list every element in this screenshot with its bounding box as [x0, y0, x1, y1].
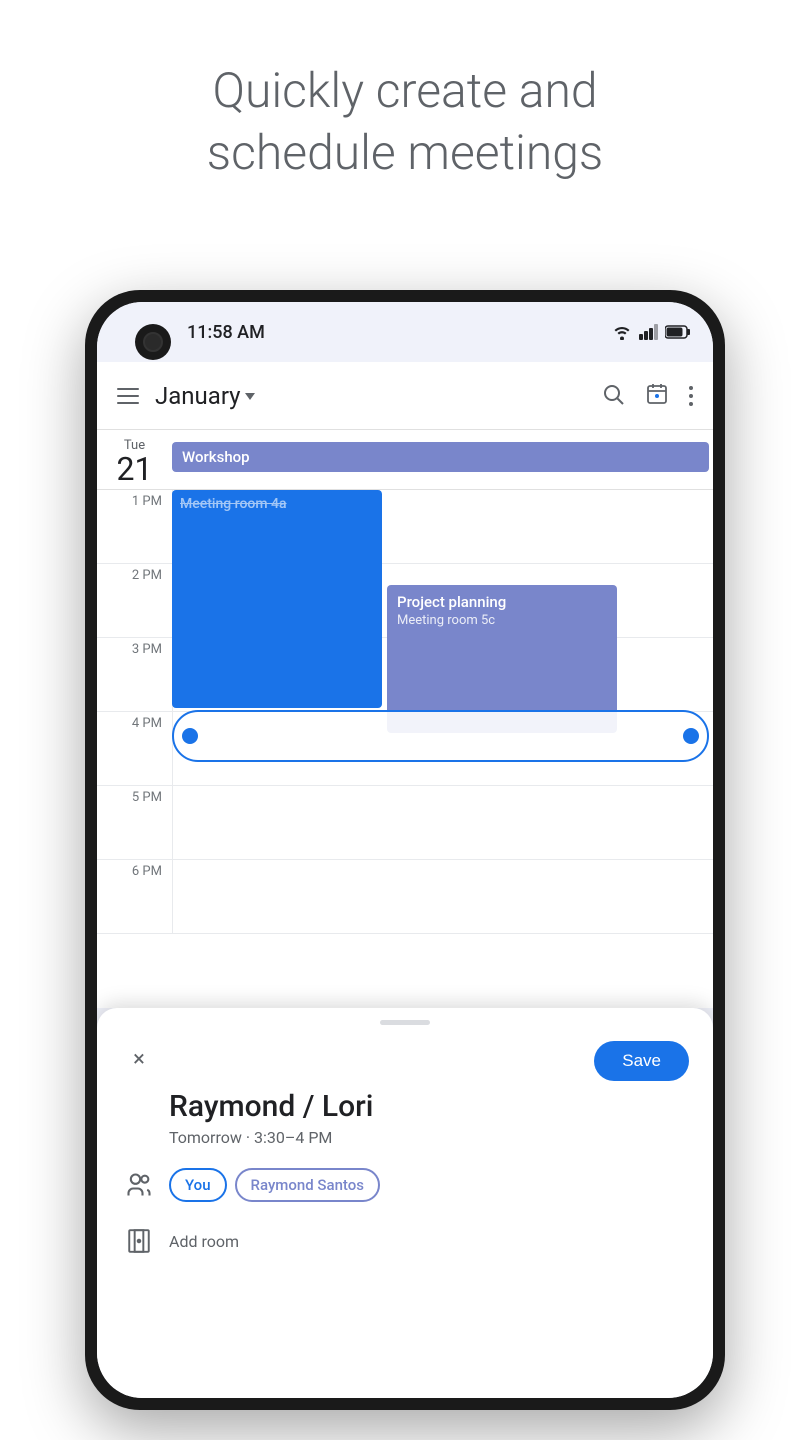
phone-screen: 11:58 AM [97, 302, 713, 1398]
camera-lens [143, 332, 163, 352]
time-label-1pm: 1 PM [97, 490, 172, 563]
calendar-view-button[interactable] [645, 382, 669, 410]
events-overlay: Meeting room 4a Project planning Meeting… [172, 490, 713, 988]
sheet-header: × Save [97, 1025, 713, 1081]
time-grid: 1 PM 2 PM 3 PM 4 PM 5 PM [97, 490, 713, 988]
signal-icon [639, 324, 659, 340]
time-label-5pm: 5 PM [97, 786, 172, 859]
project-title: Project planning [397, 593, 607, 611]
meeting-room-title: Meeting room 4a [180, 496, 374, 512]
wifi-icon [611, 324, 633, 340]
battery-icon [665, 324, 693, 340]
meeting-title: Raymond / Lori [169, 1089, 689, 1124]
people-icon [121, 1167, 157, 1203]
meeting-room-event[interactable]: Meeting room 4a [172, 490, 382, 708]
bottom-sheet: × Save Raymond / Lori Tomorrow · 3:30–4 … [97, 1008, 713, 1398]
page-header: Quickly create and schedule meetings [0, 0, 810, 225]
day-number: 21 [117, 453, 153, 485]
hamburger-button[interactable] [117, 388, 139, 404]
time-label-4pm: 4 PM [97, 712, 172, 785]
toolbar-actions [601, 382, 693, 410]
range-handle-end[interactable] [683, 728, 699, 744]
status-icons [611, 324, 693, 340]
app-toolbar: January [97, 362, 713, 430]
room-icon [121, 1223, 157, 1259]
save-button[interactable]: Save [594, 1041, 689, 1081]
time-label-3pm: 3 PM [97, 638, 172, 711]
chip-you[interactable]: You [169, 1168, 227, 1202]
time-range-selector[interactable] [172, 710, 709, 762]
more-dots-icon [689, 386, 693, 406]
status-bar: 11:58 AM [97, 302, 713, 362]
range-handle-start[interactable] [182, 728, 198, 744]
dropdown-arrow-icon [245, 393, 255, 400]
all-day-area: Workshop [172, 438, 713, 485]
month-label[interactable]: January [155, 382, 585, 410]
day-label-col: Tue 21 [97, 438, 172, 485]
search-icon [601, 382, 625, 406]
more-options-button[interactable] [689, 386, 693, 406]
day-header: Tue 21 Workshop [97, 430, 713, 490]
calendar-area: Tue 21 Workshop 1 PM 2 PM [97, 430, 713, 1008]
close-button[interactable]: × [121, 1041, 157, 1077]
add-room-row: Add room [97, 1203, 713, 1259]
phone-frame: 11:58 AM [85, 290, 725, 1410]
meeting-info: Raymond / Lori Tomorrow · 3:30–4 PM [97, 1081, 713, 1147]
chip-raymond[interactable]: Raymond Santos [235, 1168, 380, 1202]
search-button[interactable] [601, 382, 625, 410]
door-icon [126, 1228, 152, 1254]
calendar-icon [645, 382, 669, 406]
time-label-6pm: 6 PM [97, 860, 172, 933]
attendees-icon [125, 1171, 153, 1199]
camera-cutout [135, 324, 171, 360]
attendees-row: You Raymond Santos [97, 1147, 713, 1203]
attendee-chips: You Raymond Santos [169, 1168, 380, 1202]
status-time: 11:58 AM [187, 322, 265, 343]
project-subtitle: Meeting room 5c [397, 613, 607, 628]
add-room-label[interactable]: Add room [169, 1232, 239, 1251]
meeting-time: Tomorrow · 3:30–4 PM [169, 1128, 689, 1147]
workshop-event[interactable]: Workshop [172, 442, 709, 472]
time-label-2pm: 2 PM [97, 564, 172, 637]
